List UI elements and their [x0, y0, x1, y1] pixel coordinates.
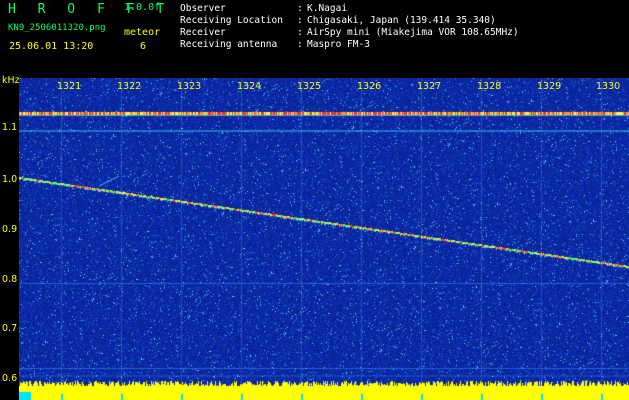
y-tick-label: 0.8: [2, 274, 18, 285]
info-value-receiver: AirSpy mini (Miakejima VOR 108.65MHz): [307, 27, 519, 38]
time-tick-label: 1328: [477, 81, 502, 92]
time-tick-label: 1324: [237, 81, 262, 92]
app-version: 1.0.0f: [124, 2, 161, 13]
time-tick-label: 1329: [537, 81, 562, 92]
time-tick-label: 1322: [117, 81, 142, 92]
mode-value: 6: [140, 41, 147, 52]
time-tick-label: 1327: [417, 81, 442, 92]
y-tick-label: 0.7: [2, 323, 18, 334]
info-label-antenna: Receiving antenna: [180, 39, 278, 50]
info-colon: :: [297, 39, 303, 50]
info-colon: :: [297, 3, 303, 14]
mode-label: meteor: [124, 27, 161, 38]
info-label-receiver: Receiver: [180, 27, 226, 38]
spectrogram: [19, 78, 629, 400]
time-tick-label: 1330: [596, 81, 621, 92]
time-tick-label: 1325: [297, 81, 322, 92]
info-label-observer: Observer: [180, 3, 226, 14]
time-tick-label: 1321: [57, 81, 82, 92]
axis-unit-label: kHz: [2, 75, 20, 86]
y-tick-label: 0.9: [2, 224, 18, 235]
datetime: 25.06.01 13:20: [9, 41, 94, 52]
info-value-location: Chigasaki, Japan (139.414 35.340): [307, 15, 496, 26]
hrofft-window: H R O F F T 1.0.0f KN9_2506011320.png me…: [0, 0, 629, 400]
info-value-observer: K.Nagai: [307, 3, 348, 14]
info-colon: :: [297, 15, 303, 26]
time-tick-label: 1326: [357, 81, 382, 92]
y-tick-label: 1.1: [2, 122, 18, 133]
info-colon: :: [297, 27, 303, 38]
info-value-antenna: Maspro FM-3: [307, 39, 370, 50]
y-tick-label: 0.6: [2, 373, 18, 384]
time-tick-label: 1323: [177, 81, 202, 92]
filename: KN9_2506011320.png: [8, 23, 106, 33]
y-tick-label: 1.0: [2, 174, 18, 185]
info-label-location: Receiving Location: [180, 15, 283, 26]
